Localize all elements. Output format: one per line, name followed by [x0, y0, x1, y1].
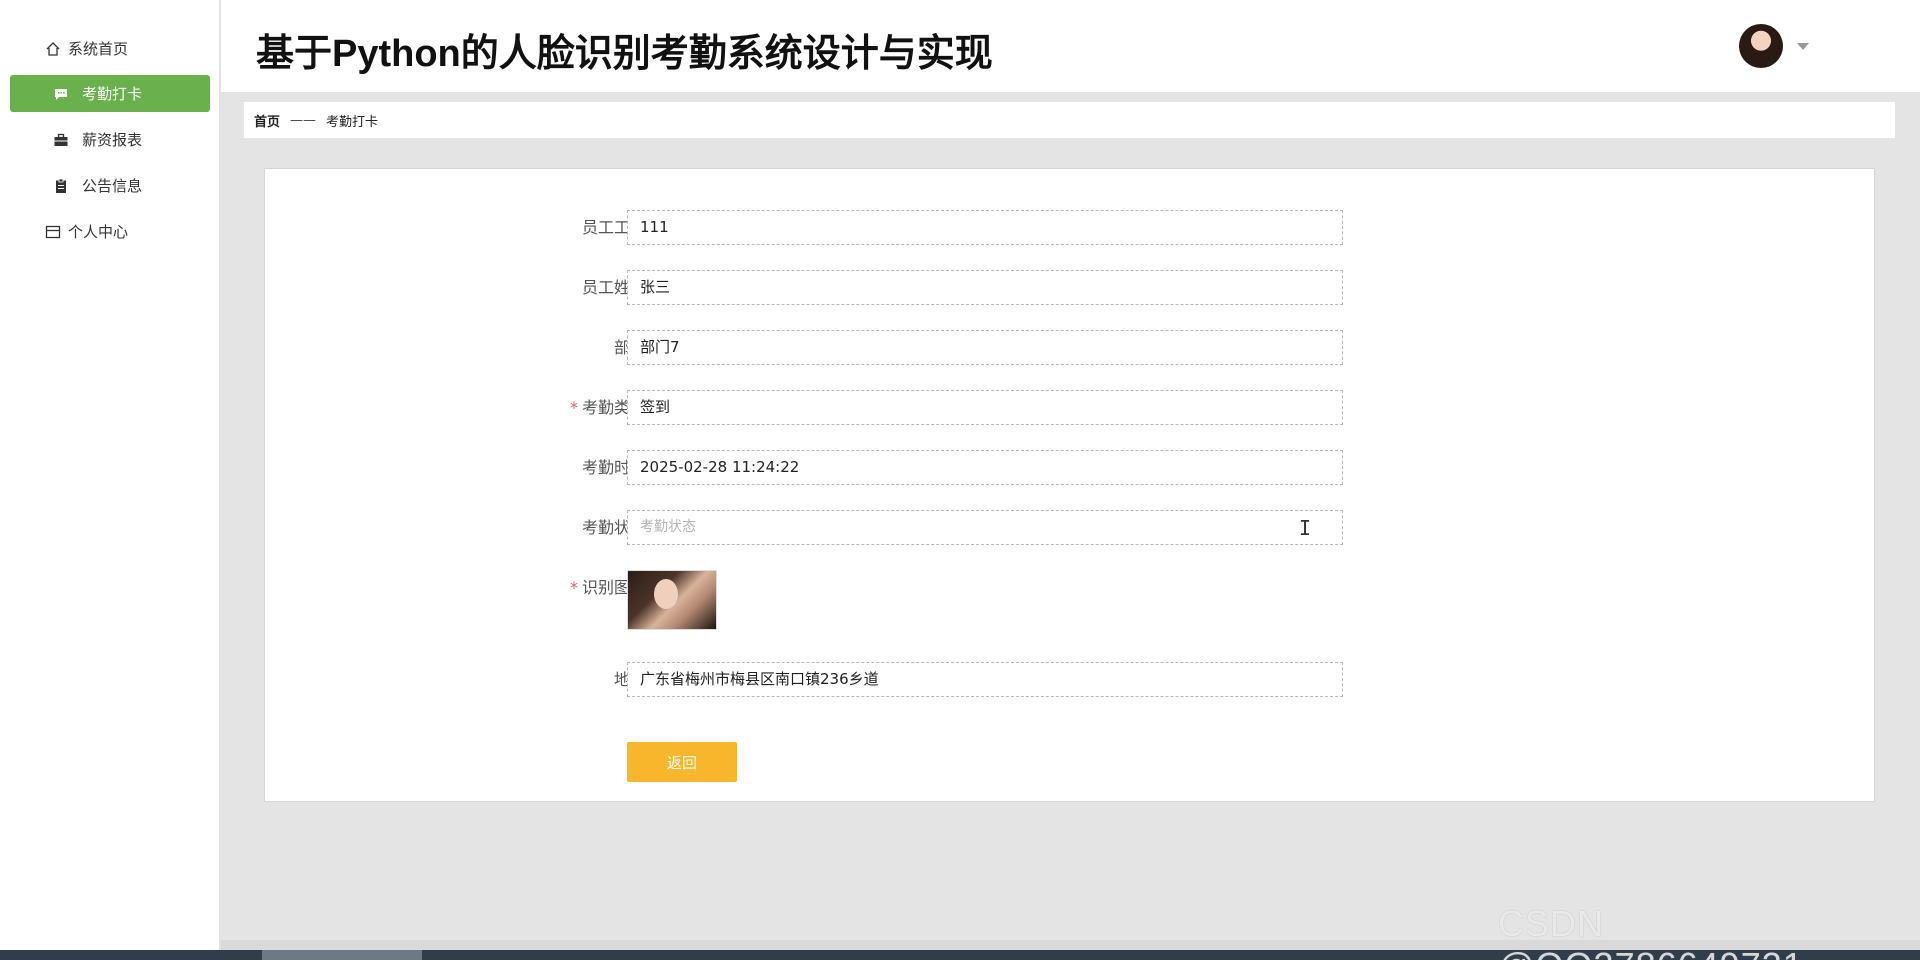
sidebar-item-profile[interactable]: 个人中心: [10, 213, 210, 250]
sidebar-item-label: 系统首页: [68, 40, 129, 58]
back-button[interactable]: 返回: [627, 742, 737, 782]
briefcase-icon: [52, 131, 70, 149]
home-icon: [44, 40, 62, 58]
user-avatar[interactable]: [1739, 24, 1783, 68]
text-cursor-icon: I: [1299, 516, 1312, 540]
window-icon: [44, 223, 62, 241]
sidebar-item-attendance[interactable]: 考勤打卡: [10, 75, 210, 112]
sidebar-item-notice[interactable]: 公告信息: [10, 167, 210, 204]
form-row-department: 部门 部门7: [265, 330, 1876, 366]
sidebar-item-label: 个人中心: [68, 223, 129, 241]
sidebar-item-home[interactable]: 系统首页: [10, 30, 210, 67]
breadcrumb-home[interactable]: 首页: [254, 111, 280, 130]
top-header: 基于Python的人脸识别考勤系统设计与实现: [221, 0, 1920, 92]
sidebar-item-label: 公告信息: [82, 177, 143, 195]
sidebar: 系统首页 考勤打卡 薪资报表 公告信息 个人中心: [0, 0, 220, 960]
required-marker: *: [569, 578, 578, 597]
form-row-address: 地址 广东省梅州市梅县区南口镇236乡道: [265, 662, 1876, 698]
department-field[interactable]: 部门7: [627, 330, 1343, 365]
sidebar-item-label: 薪资报表: [82, 131, 143, 149]
form-row-employee-id: 员工工号 111: [265, 210, 1876, 246]
sidebar-item-salary[interactable]: 薪资报表: [10, 121, 210, 158]
app-title: 基于Python的人脸识别考勤系统设计与实现: [256, 33, 993, 75]
watermark: CSDN @QQ3786649731: [1498, 903, 1803, 960]
breadcrumb: 首页 —— 考勤打卡: [244, 102, 1895, 138]
address-field[interactable]: 广东省梅州市梅县区南口镇236乡道: [627, 662, 1343, 697]
employee-id-field[interactable]: 111: [627, 210, 1343, 245]
attendance-time-field[interactable]: 2025-02-28 11:24:22: [627, 450, 1343, 485]
attendance-form-panel: 员工工号 111 员工姓名 张三 部门 部门7 *考勤类型 签到 考勤时间 20…: [264, 168, 1875, 802]
sidebar-item-label: 考勤打卡: [82, 85, 143, 103]
form-row-attendance-time: 考勤时间 2025-02-28 11:24:22: [265, 450, 1876, 486]
form-row-attendance-type: * 考勤类型 签到: [265, 390, 1876, 426]
attendance-status-input[interactable]: 考勤状态: [627, 510, 1343, 545]
chat-icon: [52, 85, 70, 103]
form-row-employee-name: 员工姓名 张三: [265, 270, 1876, 306]
clipboard-icon: [52, 177, 70, 195]
required-marker: *: [569, 398, 578, 417]
attendance-type-field[interactable]: 签到: [627, 390, 1343, 425]
recognition-photo[interactable]: [627, 570, 717, 630]
breadcrumb-current: 考勤打卡: [326, 114, 379, 130]
employee-name-field[interactable]: 张三: [627, 270, 1343, 305]
form-row-attendance-status: 考勤状态 考勤状态 I: [265, 510, 1876, 546]
breadcrumb-separator: ——: [290, 112, 317, 128]
form-row-photo: * 识别图片: [265, 570, 1876, 632]
chevron-down-icon[interactable]: [1797, 43, 1809, 50]
